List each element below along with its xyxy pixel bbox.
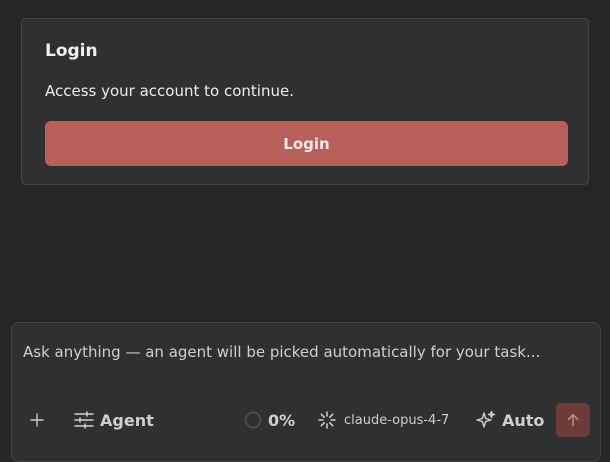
loading-spinner-icon — [318, 411, 336, 429]
progress-ring-icon — [244, 411, 262, 429]
send-button[interactable] — [556, 403, 590, 437]
progress-value: 0% — [268, 410, 296, 430]
sliders-icon — [74, 411, 94, 429]
login-button[interactable]: Login — [45, 121, 568, 166]
model-selector[interactable]: claude-opus-4-7 — [318, 403, 449, 437]
agent-label: Agent — [100, 410, 154, 430]
composer-toolbar: Agent 0% claude-opus-4-7 Auto — [12, 403, 602, 437]
usage-progress: 0% — [244, 403, 295, 437]
prompt-input[interactable] — [23, 340, 583, 364]
add-attachment-button[interactable] — [30, 403, 44, 437]
login-card: Login Access your account to continue. L… — [21, 18, 589, 185]
login-description: Access your account to continue. — [45, 82, 294, 100]
auto-mode-button[interactable]: Auto — [476, 403, 544, 437]
login-title: Login — [45, 41, 98, 61]
agent-selector-button[interactable]: Agent — [74, 403, 154, 437]
plus-icon — [30, 413, 44, 427]
model-name: claude-opus-4-7 — [344, 412, 450, 428]
auto-label: Auto — [502, 410, 545, 430]
arrow-up-icon — [566, 413, 580, 427]
chat-composer: Agent 0% — [11, 322, 601, 462]
sparkle-icon — [476, 410, 496, 430]
